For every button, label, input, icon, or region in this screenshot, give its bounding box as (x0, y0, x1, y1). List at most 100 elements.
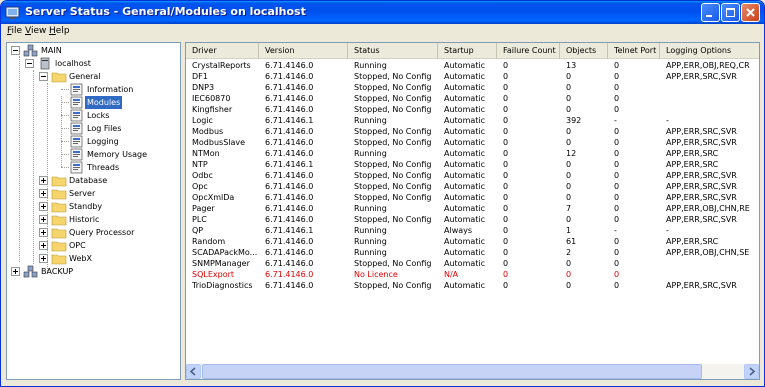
tree-node-logging[interactable]: Logging (61, 135, 180, 148)
column-header-objects[interactable]: Objects (560, 43, 608, 59)
maximize-button[interactable] (721, 3, 740, 22)
tree-node-server[interactable]: Server (39, 187, 179, 200)
cell-driver: Kingfisher (192, 105, 233, 114)
cell-version: 6.71.4146.0 (265, 105, 314, 114)
table-row[interactable]: IEC60870 6.71.4146.0 Stopped, No Config Aut… (186, 93, 759, 104)
horizontal-scrollbar[interactable] (186, 364, 759, 379)
cell-startup: Automatic (444, 215, 486, 224)
cell-status: No Licence (354, 270, 398, 279)
cell-driver: DNP3 (192, 83, 215, 92)
tree-node-information[interactable]: Information (61, 83, 180, 96)
tree-node-modules[interactable]: Modules (61, 96, 180, 109)
expand-toggle[interactable] (39, 215, 48, 224)
title-bar[interactable]: Server Status - General/Modules on local… (1, 1, 764, 24)
cell-telnet-port: 0 (614, 83, 620, 92)
cell-failure-count: 0 (503, 215, 509, 224)
tree-node-opc[interactable]: OPC (39, 239, 179, 252)
cell-logging-options: APP,ERR,SRC,SVR (666, 127, 737, 136)
tree-node-localhost[interactable]: localhost (25, 57, 175, 70)
collapse-toggle[interactable] (25, 59, 34, 68)
table-row[interactable]: Odbc 6.71.4146.0 Stopped, No Config Automat… (186, 170, 759, 181)
tree-node-main[interactable]: MAIN (11, 44, 171, 57)
minimize-button[interactable] (701, 3, 720, 22)
status-page-icon (70, 161, 83, 174)
cell-version: 6.71.4146.0 (265, 270, 314, 279)
table-row[interactable]: QP 6.71.4146.1 Running Always 0 1 - - (186, 225, 759, 236)
expand-toggle[interactable] (39, 241, 48, 250)
table-row[interactable]: Logic 6.71.4146.1 Running Automatic 0 392 - - (186, 115, 759, 126)
cell-logging-options: - (666, 226, 669, 235)
chevron-left-icon (189, 367, 196, 376)
table-row[interactable]: DNP3 6.71.4146.0 Stopped, No Config Automat… (186, 82, 759, 93)
tree-node-standby[interactable]: Standby (39, 200, 179, 213)
table-row[interactable]: PLC 6.71.4146.0 Stopped, No Config Automati… (186, 214, 759, 225)
column-header-status[interactable]: Status (348, 43, 438, 59)
table-row[interactable]: SQLExport 6.71.4146.0 No Licence N/A 0 0 0 (186, 269, 759, 280)
menu-view[interactable]: View (25, 26, 46, 36)
cell-version: 6.71.4146.1 (265, 226, 314, 235)
tree-node-query-processor[interactable]: Query Processor (39, 226, 179, 239)
table-row[interactable]: Pager 6.71.4146.0 Running Automatic 0 7 0 APP,E… (186, 203, 759, 214)
table-row[interactable]: DF1 6.71.4146.0 Stopped, No Config Automati… (186, 71, 759, 82)
scroll-right-button[interactable] (744, 364, 759, 379)
tree-node-memory-usage[interactable]: Memory Usage (61, 148, 180, 161)
expand-toggle[interactable] (39, 189, 48, 198)
tree-node-log-files[interactable]: Log Files (61, 122, 180, 135)
tree-node-backup[interactable]: BACKUP (11, 265, 171, 278)
tree-node-historic[interactable]: Historic (39, 213, 179, 226)
cell-objects: 0 (566, 193, 572, 202)
cell-logging-options: APP,ERR,SRC (666, 160, 719, 169)
minimize-icon (706, 15, 712, 17)
table-row[interactable]: NTP 6.71.4146.1 Stopped, No Config Automati… (186, 159, 759, 170)
table-row[interactable]: Opc 6.71.4146.0 Stopped, No Config Automati… (186, 181, 759, 192)
table-row[interactable]: OpcXmlDa 6.71.4146.0 Stopped, No Config Aut… (186, 192, 759, 203)
table-header: Driver Version Status Startup Failure Co… (186, 43, 759, 59)
tree-node-database[interactable]: Database (39, 174, 179, 187)
table-row[interactable]: Modbus 6.71.4146.0 Stopped, No Config Autom… (186, 126, 759, 137)
expand-toggle[interactable] (39, 228, 48, 237)
cell-version: 6.71.4146.0 (265, 138, 314, 147)
column-header-telnet-port[interactable]: Telnet Port (608, 43, 660, 59)
tree-connector (19, 56, 20, 262)
column-header-failure-count[interactable]: Failure Count (497, 43, 560, 59)
scrollbar-thumb[interactable] (202, 364, 702, 379)
menu-file[interactable]: File (7, 26, 22, 36)
table-row[interactable]: ModbusSlave 6.71.4146.0 Stopped, No Config… (186, 137, 759, 148)
table-row[interactable]: SNMPManager 6.71.4146.0 Stopped, No Config… (186, 258, 759, 269)
expand-toggle[interactable] (39, 176, 48, 185)
tree-node-locks[interactable]: Locks (61, 109, 180, 122)
table-row[interactable]: NTMon 6.71.4146.0 Running Automatic 0 12 0 APP,… (186, 148, 759, 159)
expand-toggle[interactable] (39, 254, 48, 263)
table-row[interactable]: SCADAPackMo... 6.71.4146.0 Running Automati… (186, 247, 759, 258)
cell-failure-count: 0 (503, 259, 509, 268)
cell-status: Stopped, No Config (354, 259, 432, 268)
expand-toggle[interactable] (39, 202, 48, 211)
cell-version: 6.71.4146.0 (265, 204, 314, 213)
table-row[interactable]: CrystalReports 6.71.4146.0 Running Automati… (186, 60, 759, 71)
tree-node-webx[interactable]: WebX (39, 252, 179, 265)
collapse-toggle[interactable] (39, 72, 48, 81)
collapse-toggle[interactable] (11, 46, 20, 55)
table-row[interactable]: Random 6.71.4146.0 Running Automatic 0 61 0 APP… (186, 236, 759, 247)
scroll-left-button[interactable] (186, 364, 201, 379)
tree-node-threads[interactable]: Threads (61, 161, 180, 174)
cell-startup: Automatic (444, 61, 486, 70)
modules-table[interactable]: Driver Version Status Startup Failure Co… (185, 42, 760, 380)
expand-toggle[interactable] (11, 267, 20, 276)
close-button[interactable] (741, 3, 760, 22)
column-header-startup[interactable]: Startup (438, 43, 497, 59)
table-row[interactable]: Kingfisher 6.71.4146.0 Stopped, No Config A… (186, 104, 759, 115)
cell-telnet-port: 0 (614, 138, 620, 147)
column-header-version[interactable]: Version (259, 43, 348, 59)
tree-node-general[interactable]: General (39, 70, 179, 83)
column-header-logging-options[interactable]: Logging Options (660, 43, 759, 59)
table-row[interactable]: TrioDiagnostics 6.71.4146.0 Stopped, No Co… (186, 280, 759, 291)
tree-node-label: Information (87, 85, 134, 94)
menu-help[interactable]: Help (49, 26, 70, 36)
navigation-tree[interactable]: MAIN localhost General Information Modul… (6, 42, 181, 380)
cell-objects: 0 (566, 138, 572, 147)
cell-objects: 0 (566, 171, 572, 180)
cell-telnet-port: 0 (614, 237, 620, 246)
cell-telnet-port: 0 (614, 171, 620, 180)
column-header-driver[interactable]: Driver (186, 43, 259, 59)
